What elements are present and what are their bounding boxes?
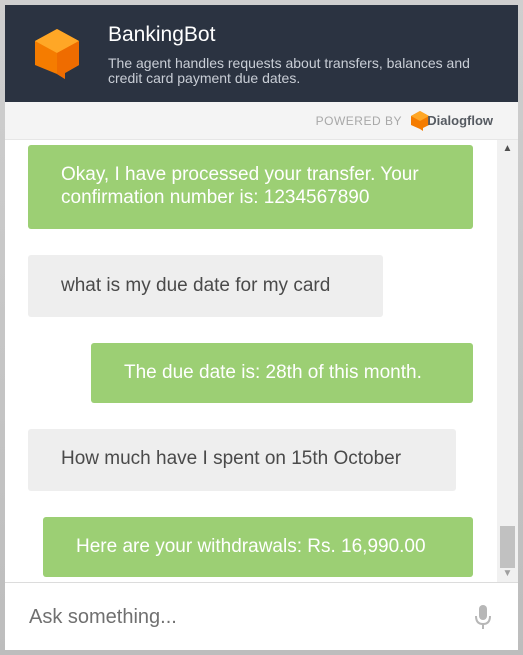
powered-by-bar: POWERED BY Dialogflow	[5, 102, 518, 140]
scroll-up-arrow-icon[interactable]: ▲	[497, 140, 518, 157]
chat-window: BankingBot The agent handles requests ab…	[5, 5, 518, 650]
bot-description: The agent handles requests about transfe…	[108, 55, 470, 86]
bot-message: The due date is: 28th of this month.	[91, 343, 473, 403]
user-message: How much have I spent on 15th October	[28, 429, 456, 491]
dialogflow-logo-icon	[35, 29, 79, 79]
app-frame: BankingBot The agent handles requests ab…	[0, 0, 523, 655]
chat-header: BankingBot The agent handles requests ab…	[5, 5, 518, 102]
ask-input[interactable]	[27, 605, 451, 630]
scrollbar-thumb[interactable]	[500, 526, 515, 568]
bot-message: Here are your withdrawals: Rs. 16,990.00	[43, 517, 473, 577]
dialogflow-brand: Dialogflow	[427, 113, 493, 128]
message-composer	[5, 582, 518, 650]
microphone-icon[interactable]	[474, 605, 492, 631]
message-scrollbar[interactable]: ▲ ▼	[497, 140, 518, 582]
user-message: what is my due date for my card	[28, 255, 383, 317]
scroll-down-arrow-icon[interactable]: ▼	[497, 565, 518, 582]
bot-name: BankingBot	[108, 23, 216, 46]
bot-message: Okay, I have processed your transfer. Yo…	[28, 145, 473, 229]
message-list[interactable]: Okay, I have processed your transfer. Yo…	[5, 140, 497, 582]
powered-by-label: POWERED BY	[315, 114, 402, 128]
